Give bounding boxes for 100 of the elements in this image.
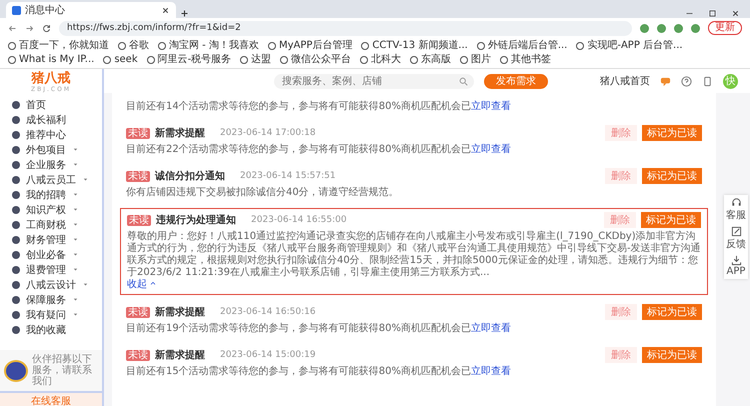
bookmark[interactable]: 图片 [460,53,492,66]
circle-icon [12,296,20,304]
browser-tab[interactable]: 消息中心 [6,2,176,18]
sidebar-item[interactable]: 保障服务 [0,292,102,307]
circle-icon [12,220,20,228]
plus-icon[interactable] [180,9,189,18]
bookmark[interactable]: 阿里云-税号服务 [146,53,232,66]
circle-icon [12,326,20,334]
caret-icon [82,176,89,183]
bookmark[interactable]: 谷歌 [118,39,149,52]
circle-icon [12,116,20,124]
close-icon[interactable] [731,9,740,18]
search-icon [459,76,468,86]
sidebar-item[interactable]: 工商财税 [0,217,102,232]
message-text: 目前还有22个活动需求等待您的参与，参与将有可能获得80%商机匹配机会已立即查看 [126,144,512,156]
sidebar-item[interactable]: 八戒云设计 [0,277,102,292]
unread-badge: 未读 [126,170,150,182]
bookmark[interactable]: 其他书签 [500,53,552,66]
view-link[interactable]: 立即查看 [470,366,511,377]
message-title: 诚信分扣分通知 [155,170,225,183]
search-field[interactable]: 搜索服务、案例、店铺 [274,74,474,88]
caret-icon [72,266,79,273]
caret-icon [72,236,79,243]
sidebar-item[interactable]: 退费管理 [0,262,102,277]
sidebar-item[interactable]: 我有疑问 [0,307,102,322]
bookmark[interactable]: 外链后端后台管... [476,39,568,52]
bookmark[interactable]: CCTV-13 新闻频道... [361,39,468,52]
bookmark[interactable]: 实现吧-APP 后台管... [576,39,683,52]
bookmark[interactable]: MyAPP后台管理 [268,39,352,52]
circle-icon [12,190,20,198]
bookmark[interactable]: 微信公众平台 [280,53,352,66]
view-link[interactable]: 立即查看 [470,101,511,112]
unread-badge: 未读 [126,350,150,360]
message-text: 尊敬的用户：您好！八戒110通过监控沟通记录查实您的店铺存在向八戒雇主小号发布或引导雇主(l_7190_CKDby)添加非官方沟通方式的行为，您的行为违反《猪八戒平台服务商管理规则》和《猪八戒平台沟通工具使用规范》中引导线下交易-发送非官方沟通联系方式的规定，根据规则对您执行扣除诚信分40分、限制经营15天，并扣除5000元保证金的处理，请知悉。违规行为细节：您于2023/6/2 11:21:39在八戒雇主小号联系店铺，引导雇主使用第三方联系方式... [127,231,701,278]
circle-icon [12,280,20,288]
circle-icon [12,250,20,258]
caret-icon [72,311,79,318]
bookmark[interactable]: seek [103,53,138,66]
close-icon[interactable] [161,6,170,14]
circle-icon [12,310,20,318]
maximize-icon[interactable] [708,9,717,18]
side-tool-button[interactable]: APP [726,253,746,279]
message-text: 目前还有14个活动需求等待您的参与，参与将有可能获得80%商机匹配机会已立即查看 [126,101,512,113]
message-time: 2023-06-14 15:00:19 [220,350,316,360]
download-icon [730,255,742,266]
chevron-up-icon [149,279,157,287]
book-icon[interactable] [702,76,713,86]
bookmark[interactable]: 淘宝网 - 淘！我喜欢 [158,39,259,52]
message-title: 新需求提醒 [155,348,205,362]
sidebar-item[interactable]: 知识产权 [0,202,102,217]
sidebar-item[interactable]: 外包项目 [0,142,102,157]
back-arrow-icon[interactable] [8,24,17,32]
circle-icon [12,146,20,154]
sidebar-item[interactable]: 首页 [0,97,102,112]
ring-icon [240,56,248,64]
square-icon [12,6,21,14]
caret-icon [72,146,79,153]
sidebar-item[interactable]: 我的招聘 [0,187,102,202]
bookmark[interactable]: What is My IP... [8,53,94,66]
message-text: 你有店铺因违规下交易被扣除诚信分40分，请遵守经营规范。 [126,187,400,199]
view-link[interactable]: 立即查看 [470,323,511,334]
address-bar[interactable]: https://fws.zbj.com/inform/?fr=1&id=2 [59,20,632,36]
caret-icon [82,281,89,288]
bookmark[interactable]: 北科大 [360,53,402,66]
caret-icon [72,206,79,213]
message-time: 2023-06-14 17:00:18 [220,128,316,138]
circle-icon [12,100,20,108]
edit-icon [730,226,742,237]
side-tool-button[interactable]: 反馈 [726,224,746,253]
reload-icon[interactable] [42,24,51,32]
chat-icon[interactable] [660,76,671,86]
sidebar-item[interactable]: 推荐中心 [0,127,102,142]
collapse-link[interactable]: 收起 [127,279,157,291]
circle-icon [12,160,20,168]
message-time: 2023-06-14 16:50:16 [220,307,316,317]
forward-arrow-icon[interactable] [25,24,34,32]
unread-badge: 未读 [126,128,150,138]
circle-icon [12,266,20,274]
sidebar-item[interactable]: 八戒云员工 [0,172,102,187]
update-button[interactable]: 更新 [708,21,742,35]
sidebar-item[interactable]: 我的收藏 [0,322,102,337]
side-tool-button[interactable]: 客服 [726,195,746,224]
caret-icon [72,191,79,198]
ring-icon [576,42,584,50]
sidebar-item[interactable]: 创业必备 [0,247,102,262]
sidebar-item[interactable]: 财务管理 [0,232,102,247]
message-time: 2023-06-14 16:55:00 [251,215,347,225]
caret-icon [72,221,79,228]
bookmark[interactable]: 达盟 [240,53,272,66]
view-link[interactable]: 立即查看 [470,144,511,155]
bookmark[interactable]: 东高版 [410,53,452,66]
bookmark[interactable]: 百度一下，你就知道 [8,39,109,52]
help-icon[interactable] [681,76,692,86]
home-link[interactable]: 猪八戒首页 [600,74,650,88]
caret-icon [72,296,79,303]
sidebar-item[interactable]: 企业服务 [0,157,102,172]
unread-badge: 未读 [126,306,150,318]
sidebar-item[interactable]: 成长福利 [0,112,102,127]
ring-icon [410,56,418,64]
message-title: 新需求提醒 [155,305,205,319]
